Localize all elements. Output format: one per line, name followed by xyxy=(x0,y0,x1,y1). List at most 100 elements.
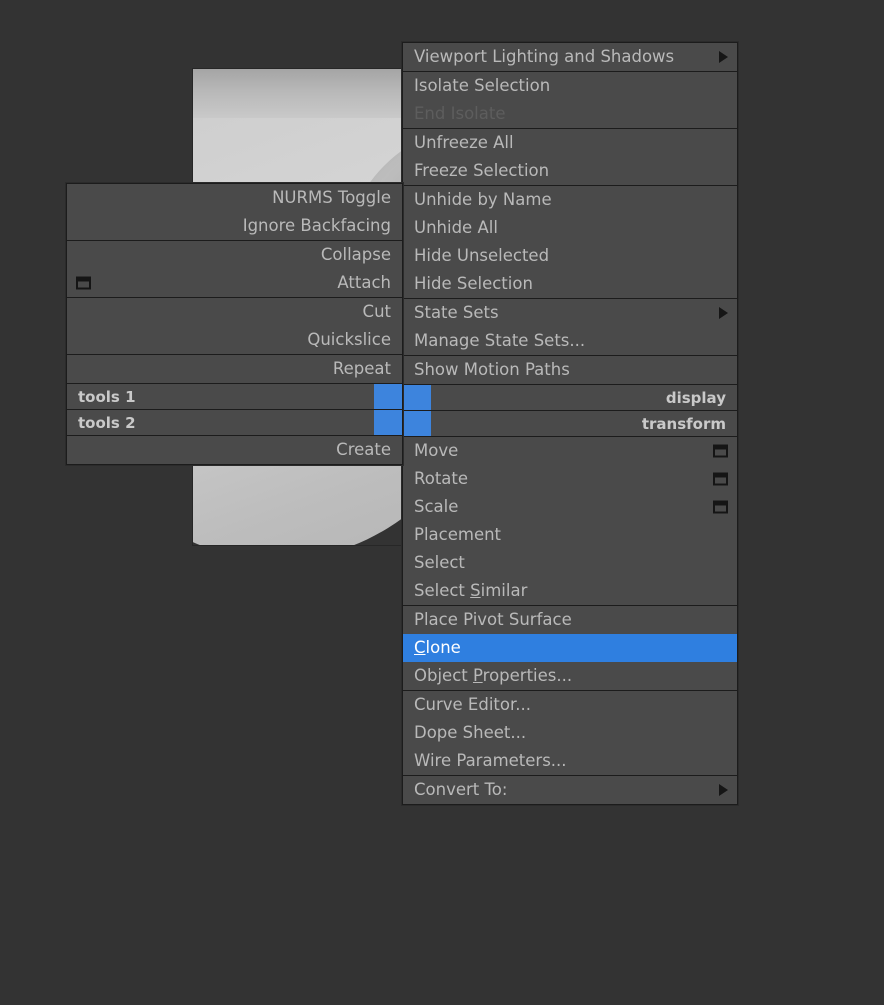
menu-item-label: Cut xyxy=(362,302,391,321)
menu-item-label: Convert To: xyxy=(414,780,508,799)
menu-item-placement[interactable]: Placement xyxy=(403,521,737,549)
quad-color-swatch-display[interactable] xyxy=(403,385,431,410)
quad-menu-left[interactable]: NURMS Toggle Ignore Backfacing Collapse … xyxy=(66,183,403,465)
menu-item-label: Ignore Backfacing xyxy=(242,216,391,235)
chevron-right-icon xyxy=(719,784,728,796)
menu-item-label-tail: lone xyxy=(425,638,461,657)
menu-item-scale[interactable]: Scale xyxy=(403,493,737,521)
menu-item-nurms-toggle[interactable]: NURMS Toggle xyxy=(67,184,402,212)
settings-dialog-icon[interactable] xyxy=(713,500,728,514)
menu-item-unfreeze-all[interactable]: Unfreeze All xyxy=(403,129,737,157)
menu-item-unhide-by-name[interactable]: Unhide by Name xyxy=(403,186,737,214)
menu-item-label-tail: imilar xyxy=(480,581,528,600)
menu-item-dope-sheet[interactable]: Dope Sheet... xyxy=(403,719,737,747)
menu-item-collapse[interactable]: Collapse xyxy=(67,241,402,269)
quad-display-group-5: Show Motion Paths xyxy=(403,356,737,385)
chevron-right-icon xyxy=(719,307,728,319)
menu-item-cut[interactable]: Cut xyxy=(67,298,402,326)
quad-transform-group-3: Convert To: xyxy=(403,776,737,804)
quad-display-group-0: Viewport Lighting and Shadows xyxy=(403,43,737,72)
quad-title-label: tools 2 xyxy=(78,414,136,432)
menu-item-label: Manage State Sets... xyxy=(414,331,586,350)
menu-item-label: Curve Editor... xyxy=(414,695,531,714)
quad-title-label: transform xyxy=(641,415,726,433)
menu-item-curve-editor[interactable]: Curve Editor... xyxy=(403,691,737,719)
menu-item-hide-selection[interactable]: Hide Selection xyxy=(403,270,737,298)
menu-item-label: Freeze Selection xyxy=(414,161,550,180)
menu-item-repeat[interactable]: Repeat xyxy=(67,355,402,383)
menu-item-accelerator: S xyxy=(470,581,481,600)
menu-item-unhide-all[interactable]: Unhide All xyxy=(403,214,737,242)
menu-item-select[interactable]: Select xyxy=(403,549,737,577)
quad-title-transform[interactable]: transform xyxy=(403,411,737,437)
quad-title-label: tools 1 xyxy=(78,388,136,406)
menu-item-label: Unfreeze All xyxy=(414,133,514,152)
quad-display-group-1: Isolate Selection End Isolate xyxy=(403,72,737,129)
menu-item-attach[interactable]: Attach xyxy=(67,269,402,297)
menu-item-convert-to[interactable]: Convert To: xyxy=(403,776,737,804)
menu-item-ignore-backfacing[interactable]: Ignore Backfacing xyxy=(67,212,402,240)
quad-transform-group-1: Place Pivot Surface Clone Object Propert… xyxy=(403,606,737,691)
settings-dialog-icon[interactable] xyxy=(713,472,728,486)
menu-item-label: Dope Sheet... xyxy=(414,723,527,742)
menu-item-label: Show Motion Paths xyxy=(414,360,570,379)
menu-item-label: Move xyxy=(414,441,459,460)
menu-item-label: Create xyxy=(336,440,391,459)
quad-tools1-group-1: Collapse Attach xyxy=(67,241,402,298)
settings-dialog-icon[interactable] xyxy=(76,276,91,290)
menu-item-label: State Sets xyxy=(414,303,499,322)
menu-item-label: Object xyxy=(414,666,473,685)
menu-item-label: Select xyxy=(414,581,471,600)
menu-item-object-properties[interactable]: Object Properties... xyxy=(403,662,737,690)
menu-item-freeze-selection[interactable]: Freeze Selection xyxy=(403,157,737,185)
quad-color-swatch-tools-1[interactable] xyxy=(374,384,402,409)
menu-item-place-pivot-surface[interactable]: Place Pivot Surface xyxy=(403,606,737,634)
menu-item-viewport-lighting-and-shadows[interactable]: Viewport Lighting and Shadows xyxy=(403,43,737,71)
menu-item-label: Unhide All xyxy=(414,218,498,237)
menu-item-rotate[interactable]: Rotate xyxy=(403,465,737,493)
menu-item-accelerator: C xyxy=(414,638,426,657)
menu-item-hide-unselected[interactable]: Hide Unselected xyxy=(403,242,737,270)
menu-item-label: Quickslice xyxy=(307,330,391,349)
quad-title-display[interactable]: display xyxy=(403,385,737,411)
settings-dialog-icon[interactable] xyxy=(713,444,728,458)
menu-item-label: Wire Parameters... xyxy=(414,751,567,770)
menu-item-label: Hide Unselected xyxy=(414,246,550,265)
menu-item-label: Place Pivot Surface xyxy=(414,610,572,629)
quad-display-group-3: Unhide by Name Unhide All Hide Unselecte… xyxy=(403,186,737,299)
quad-title-tools-1[interactable]: tools 1 xyxy=(67,384,402,410)
menu-item-label: Select xyxy=(414,553,465,572)
quad-tools1-group-0: NURMS Toggle Ignore Backfacing xyxy=(67,184,402,241)
menu-item-label: Collapse xyxy=(320,245,391,264)
quad-tools1-group-2: Cut Quickslice xyxy=(67,298,402,355)
quad-menu-right[interactable]: Viewport Lighting and Shadows Isolate Se… xyxy=(402,42,738,805)
menu-item-label: Attach xyxy=(337,273,391,292)
quad-tools2-group-0: Create xyxy=(67,436,402,464)
menu-item-label: Scale xyxy=(414,497,459,516)
menu-item-move[interactable]: Move xyxy=(403,437,737,465)
menu-item-quickslice[interactable]: Quickslice xyxy=(67,326,402,354)
menu-item-show-motion-paths[interactable]: Show Motion Paths xyxy=(403,356,737,384)
quad-color-swatch-tools-2[interactable] xyxy=(374,410,402,435)
menu-item-create[interactable]: Create xyxy=(67,436,402,464)
disc-top-shading xyxy=(192,68,404,118)
quad-display-group-4: State Sets Manage State Sets... xyxy=(403,299,737,356)
menu-item-isolate-selection[interactable]: Isolate Selection xyxy=(403,72,737,100)
menu-item-manage-state-sets[interactable]: Manage State Sets... xyxy=(403,327,737,355)
menu-item-clone[interactable]: Clone xyxy=(403,634,737,662)
menu-item-wire-parameters[interactable]: Wire Parameters... xyxy=(403,747,737,775)
menu-item-accelerator: P xyxy=(472,666,483,685)
quad-title-label: display xyxy=(665,389,726,407)
menu-item-label: Placement xyxy=(414,525,502,544)
menu-item-label: NURMS Toggle xyxy=(272,188,391,207)
menu-item-state-sets[interactable]: State Sets xyxy=(403,299,737,327)
menu-item-label: Viewport Lighting and Shadows xyxy=(414,47,675,66)
menu-item-label: Isolate Selection xyxy=(414,76,551,95)
menu-item-label: End Isolate xyxy=(414,104,506,123)
quad-display-group-2: Unfreeze All Freeze Selection xyxy=(403,129,737,186)
quad-title-tools-2[interactable]: tools 2 xyxy=(67,410,402,436)
quad-transform-group-2: Curve Editor... Dope Sheet... Wire Param… xyxy=(403,691,737,776)
quad-color-swatch-transform[interactable] xyxy=(403,411,431,436)
quad-tools1-group-3: Repeat xyxy=(67,355,402,384)
menu-item-select-similar[interactable]: Select Similar xyxy=(403,577,737,605)
